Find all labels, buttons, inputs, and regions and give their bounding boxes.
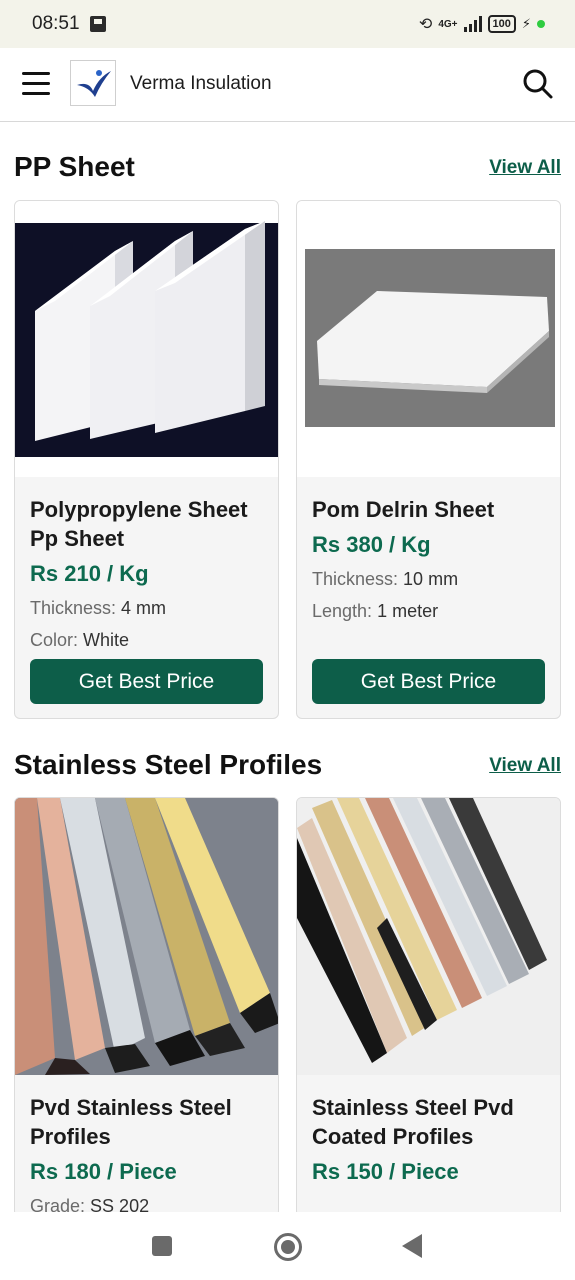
product-name[interactable]: Pom Delrin Sheet bbox=[312, 495, 545, 524]
card-body: Stainless Steel Pvd Coated Profiles Rs 1… bbox=[297, 1075, 560, 1187]
search-icon[interactable] bbox=[522, 68, 554, 100]
card-body: Pom Delrin Sheet Rs 380 / Kg Thickness: … bbox=[297, 477, 560, 624]
home-icon[interactable] bbox=[274, 1233, 302, 1261]
back-icon[interactable] bbox=[402, 1234, 422, 1258]
get-best-price-button[interactable]: Get Best Price bbox=[30, 659, 263, 704]
product-image[interactable] bbox=[297, 201, 560, 477]
card-body: Pvd Stainless Steel Profiles Rs 180 / Pi… bbox=[15, 1075, 278, 1216]
product-spec: Length: 1 meter bbox=[312, 598, 545, 624]
spec-value: White bbox=[83, 630, 130, 650]
product-image[interactable] bbox=[15, 798, 278, 1075]
app-header: Verma Insulation bbox=[0, 48, 575, 122]
product-card[interactable]: Stainless Steel Pvd Coated Profiles Rs 1… bbox=[296, 797, 561, 1217]
spec-value: 1 meter bbox=[377, 601, 439, 621]
product-spec: Thickness: 4 mm bbox=[30, 595, 263, 621]
product-card[interactable]: Pvd Stainless Steel Profiles Rs 180 / Pi… bbox=[14, 797, 279, 1217]
product-price: Rs 380 / Kg bbox=[312, 532, 431, 557]
system-nav-bar bbox=[0, 1212, 575, 1280]
network-type: 4G+ bbox=[438, 18, 458, 30]
card-body: Polypropylene Sheet Pp Sheet Rs 210 / Kg… bbox=[15, 477, 278, 653]
status-left: 08:51 bbox=[32, 13, 106, 35]
signal-icon bbox=[463, 16, 482, 32]
menu-icon[interactable] bbox=[22, 72, 50, 96]
view-all-link[interactable]: View All bbox=[489, 157, 561, 179]
status-bar: 08:51 ⟲ 4G+ 100 ⚡ bbox=[0, 0, 575, 48]
section-title: PP Sheet bbox=[14, 151, 135, 182]
product-price: Rs 150 / Piece bbox=[312, 1159, 459, 1184]
spec-value: 10 mm bbox=[403, 569, 459, 589]
product-name[interactable]: Stainless Steel Pvd Coated Profiles bbox=[312, 1093, 545, 1151]
brand-logo[interactable] bbox=[70, 60, 116, 106]
spec-key: Length: bbox=[312, 601, 373, 621]
get-best-price-button[interactable]: Get Best Price bbox=[312, 659, 545, 704]
spec-key: Thickness: bbox=[312, 569, 399, 589]
spec-key: Color: bbox=[30, 630, 79, 650]
charging-icon: ⚡ bbox=[521, 16, 531, 31]
product-spec: Thickness: 10 mm bbox=[312, 566, 545, 592]
battery-icon: 100 bbox=[487, 15, 516, 33]
notification-dot-icon bbox=[537, 20, 545, 28]
view-all-link[interactable]: View All bbox=[489, 755, 561, 777]
product-spec: Color: White bbox=[30, 627, 263, 653]
product-image[interactable] bbox=[15, 201, 278, 477]
product-name[interactable]: Pvd Stainless Steel Profiles bbox=[30, 1093, 263, 1151]
spec-key: Thickness: bbox=[30, 598, 117, 618]
brand-name[interactable]: Verma Insulation bbox=[130, 73, 272, 95]
section-title: Stainless Steel Profiles bbox=[14, 749, 323, 780]
product-name[interactable]: Polypropylene Sheet Pp Sheet bbox=[30, 495, 263, 553]
spec-value: 4 mm bbox=[121, 598, 167, 618]
status-time: 08:51 bbox=[32, 13, 80, 34]
product-price: Rs 210 / Kg bbox=[30, 561, 149, 586]
rotate-icon: ⟲ bbox=[418, 16, 433, 33]
recents-icon[interactable] bbox=[152, 1236, 172, 1256]
product-image[interactable] bbox=[297, 798, 560, 1075]
product-card[interactable]: Polypropylene Sheet Pp Sheet Rs 210 / Kg… bbox=[14, 200, 279, 719]
product-price: Rs 180 / Piece bbox=[30, 1159, 177, 1184]
sim-icon bbox=[89, 16, 106, 32]
product-card[interactable]: Pom Delrin Sheet Rs 380 / Kg Thickness: … bbox=[296, 200, 561, 719]
status-right: ⟲ 4G+ 100 ⚡ bbox=[419, 14, 545, 34]
